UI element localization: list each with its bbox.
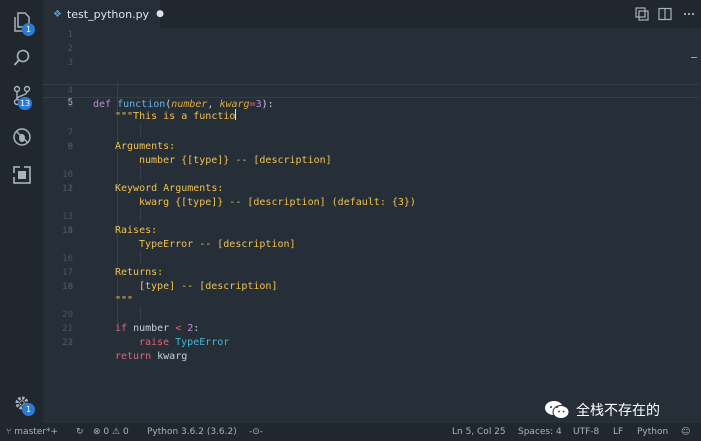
settings-badge: 1 [22,403,35,416]
more-actions-button[interactable] [681,6,697,22]
cursor-position[interactable]: Ln 5, Col 25 [452,423,506,441]
code-line: 9 [43,140,699,154]
tab-test-python[interactable]: ❖ test_python.py ● [43,0,164,28]
line-number: 15 [62,226,73,236]
indentation[interactable]: Spaces: 4 [518,423,562,441]
code-line: 4 def function(number, kwarg=3): [43,70,699,110]
branch-indicator[interactable]: ⑂ master*+ [6,423,58,441]
extensions-icon [12,166,31,184]
settings-button[interactable]: 1 [0,383,43,423]
code-line: 11 kwarg {[type]} -- [description] (defa… [43,168,699,208]
code-editor[interactable]: 1 2 3 4 def function(number, kwarg=3): 5… [43,28,701,423]
variable-kwarg: kwarg [151,351,188,362]
unsaved-dot-icon[interactable]: ● [156,9,164,19]
scm-badge: 13 [18,97,33,110]
code-line: 14 TypeError -- [description] [43,210,699,250]
smiley-icon: ☺ [681,427,691,437]
code-line: 17 [type] -- [description] [43,252,699,292]
line-number: 2 [67,44,73,54]
line-number: 12 [62,184,73,194]
activity-bar: 1 13 1 [0,0,43,423]
live-share-button[interactable]: -⊙- [249,423,263,441]
watermark: 全栈不存在的 [544,399,660,421]
warning-count: 0 [122,427,129,437]
line-number: 19 [62,282,73,292]
code-line: 1 [43,28,699,42]
code-line: 12 [43,182,699,196]
line-number: 3 [67,58,73,68]
code-line: 21 raise TypeError [43,308,699,348]
status-bar: ⑂ master*+ ↻ ⊗ 0 ⚠ 0 Python 3.6.2 (3.6.2… [0,423,701,441]
current-line: 5 """This is a functio [43,84,699,122]
code-line: 22 return kwarg [43,322,699,362]
python-file-icon: ❖ [53,8,62,20]
warning-icon: ⚠ [112,427,121,437]
line-number: 23 [62,338,73,348]
branch-name: master*+ [14,427,59,437]
debug-button[interactable] [0,117,43,157]
more-icon [683,12,695,16]
keyword-return: return [115,351,152,362]
source-control-button[interactable]: 13 [0,76,43,116]
code-line: 23 [43,336,699,350]
vscode-window: 1 13 1 ❖ test_python.py ● 1 2 3 4 def fu… [0,0,701,441]
language-mode[interactable]: Python [637,423,668,441]
search-button[interactable] [0,38,43,78]
sync-button[interactable]: ↻ [76,423,84,441]
explorer-button[interactable]: 1 [0,2,43,42]
code-line: 3 [43,56,699,70]
wechat-icon [545,401,570,419]
encoding[interactable]: UTF-8 [573,423,599,441]
tab-label: test_python.py [66,7,150,21]
split-editor-icon [658,7,672,21]
debug-icon [12,128,31,146]
error-count: 0 [103,427,110,437]
split-editor-button[interactable] [657,6,673,22]
tab-bar: ❖ test_python.py ● [43,0,701,28]
search-icon [13,49,29,66]
code-line: 10 Keyword Arguments: [43,154,699,194]
code-line: 13 Raises: [43,196,699,236]
code-line: 18 """ [43,266,699,306]
sync-icon: ↻ [76,427,84,437]
code-text: return kwarg [115,350,187,364]
line-number: 9 [67,142,73,152]
feedback-button[interactable]: ☺ [681,423,690,441]
line-number: 6 [67,100,73,110]
code-line: 20 if number < 2: [43,294,699,334]
code-line: 15 [43,224,699,238]
code-line: 7 Arguments: [43,112,699,152]
code-line: 6 [43,98,699,112]
error-icon: ⊗ [93,427,101,437]
problems-indicator[interactable]: ⊗ 0 ⚠ 0 [93,423,129,441]
extensions-button[interactable] [0,155,43,195]
git-branch-icon: ⑂ [6,427,12,437]
open-changes-button[interactable] [634,6,650,22]
code-line: 8 number {[type]} -- [description] [43,126,699,166]
code-line: 16 Returns: [43,238,699,278]
code-line: 2 [43,42,699,56]
watermark-text: 全栈不存在的 [576,403,660,419]
python-interpreter[interactable]: Python 3.6.2 (3.6.2) [147,423,237,441]
explorer-badge: 1 [22,23,35,36]
code-line: 19 [43,280,699,294]
open-changes-icon [635,7,649,21]
line-ending[interactable]: LF [613,423,623,441]
live-share-icon: -⊙- [249,427,264,437]
line-number: 1 [67,30,73,40]
